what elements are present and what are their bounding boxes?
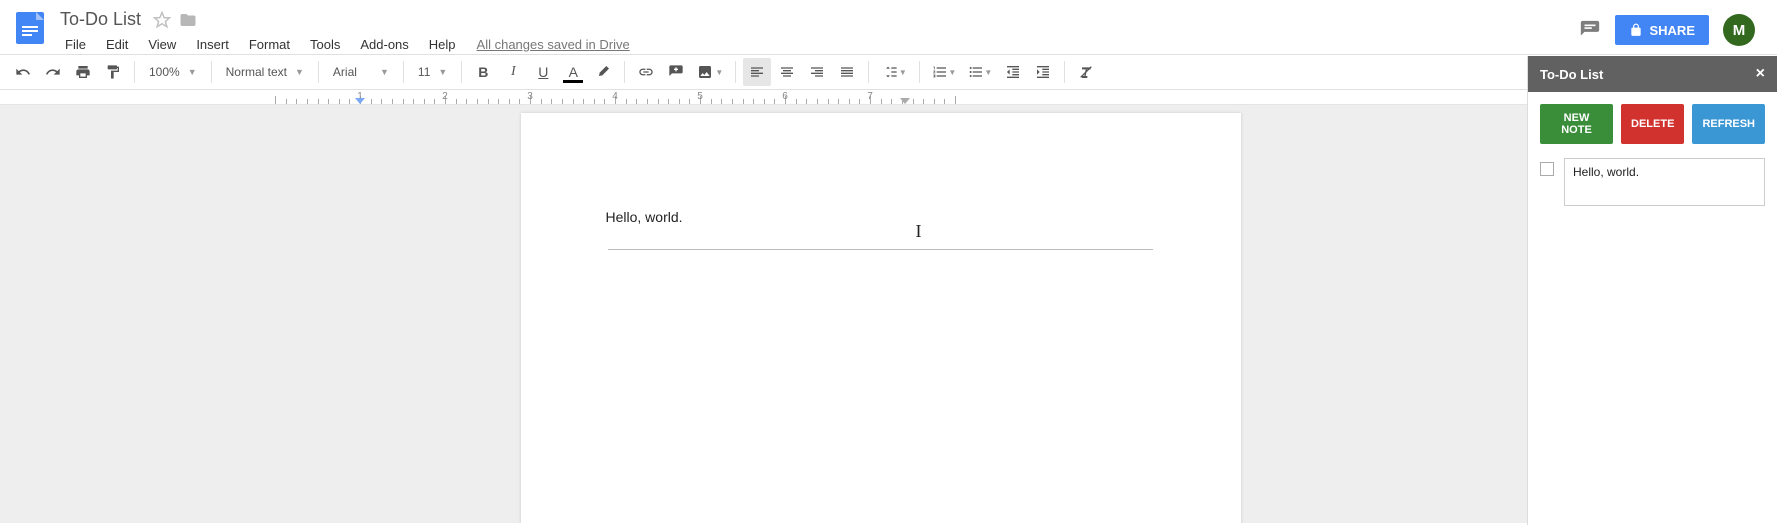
decrease-indent-button[interactable] (999, 58, 1027, 86)
sidebar-body: NEW NOTE DELETE REFRESH Hello, world. (1528, 92, 1777, 525)
zoom-select[interactable]: 100%▼ (141, 59, 205, 85)
insert-comment-button[interactable] (662, 58, 690, 86)
menu-edit[interactable]: Edit (97, 35, 137, 54)
font-value: Arial (333, 65, 357, 79)
menu-insert[interactable]: Insert (187, 35, 238, 54)
account-avatar[interactable]: M (1723, 14, 1755, 46)
highlight-color-button[interactable] (589, 58, 617, 86)
zoom-value: 100% (149, 65, 180, 79)
document-body-text[interactable]: Hello, world. (606, 209, 1156, 225)
comments-icon[interactable] (1579, 19, 1601, 41)
bold-button[interactable]: B (469, 58, 497, 86)
menu-format[interactable]: Format (240, 35, 299, 54)
header-right: SHARE M (1579, 8, 1767, 46)
undo-button[interactable] (9, 58, 37, 86)
page[interactable]: Hello, world. (521, 113, 1241, 523)
paint-format-button[interactable] (99, 58, 127, 86)
document-canvas[interactable]: Hello, world. (0, 105, 1761, 523)
redo-button[interactable] (39, 58, 67, 86)
insert-image-button[interactable]: ▼ (692, 58, 728, 86)
size-value: 11 (418, 65, 430, 79)
delete-button[interactable]: DELETE (1621, 104, 1684, 144)
title-area: To-Do List File Edit View Insert Format … (56, 8, 630, 54)
style-value: Normal text (226, 65, 287, 79)
print-button[interactable] (69, 58, 97, 86)
increase-indent-button[interactable] (1029, 58, 1057, 86)
text-caret-icon (916, 221, 917, 239)
save-status[interactable]: All changes saved in Drive (477, 37, 630, 52)
numbered-list-button[interactable]: ▼ (927, 58, 961, 86)
insert-link-button[interactable] (632, 58, 660, 86)
text-color-button[interactable]: A (559, 58, 587, 86)
ruler[interactable]: 1234567 (0, 90, 1777, 105)
note-checkbox[interactable] (1540, 162, 1554, 176)
left-indent-marker[interactable] (355, 98, 365, 104)
addon-sidebar: To-Do List × NEW NOTE DELETE REFRESH Hel… (1527, 56, 1777, 525)
new-note-button[interactable]: NEW NOTE (1540, 104, 1613, 144)
note-row: Hello, world. (1540, 158, 1765, 206)
align-right-button[interactable] (803, 58, 831, 86)
menu-tools[interactable]: Tools (301, 35, 349, 54)
sidebar-title: To-Do List (1540, 67, 1603, 82)
line-spacing-button[interactable]: ▼ (876, 58, 912, 86)
close-icon[interactable]: × (1756, 65, 1765, 83)
star-icon[interactable] (153, 11, 171, 29)
horizontal-rule (608, 249, 1153, 250)
docs-logo-icon[interactable] (10, 8, 50, 48)
clear-formatting-button[interactable] (1072, 58, 1100, 86)
sidebar-header: To-Do List × (1528, 56, 1777, 92)
menu-addons[interactable]: Add-ons (351, 35, 417, 54)
align-left-button[interactable] (743, 58, 771, 86)
folder-move-icon[interactable] (179, 11, 197, 29)
menu-help[interactable]: Help (420, 35, 465, 54)
paragraph-style-select[interactable]: Normal text▼ (218, 59, 312, 85)
font-size-select[interactable]: 11▼ (410, 59, 455, 85)
share-label: SHARE (1649, 23, 1695, 38)
underline-button[interactable]: U (529, 58, 557, 86)
main-area: Hello, world. (0, 105, 1777, 523)
refresh-button[interactable]: REFRESH (1692, 104, 1765, 144)
menu-bar: File Edit View Insert Format Tools Add-o… (56, 35, 630, 54)
align-center-button[interactable] (773, 58, 801, 86)
toolbar: 100%▼ Normal text▼ Arial▼ 11▼ B I U A ▼ … (0, 54, 1777, 90)
share-button[interactable]: SHARE (1615, 15, 1709, 45)
bulleted-list-button[interactable]: ▼ (963, 58, 997, 86)
menu-view[interactable]: View (139, 35, 185, 54)
lock-icon (1629, 23, 1643, 37)
right-margin-marker[interactable] (900, 98, 910, 104)
italic-button[interactable]: I (499, 58, 527, 86)
app-header: To-Do List File Edit View Insert Format … (0, 0, 1777, 54)
align-justify-button[interactable] (833, 58, 861, 86)
font-family-select[interactable]: Arial▼ (325, 59, 397, 85)
note-text[interactable]: Hello, world. (1564, 158, 1765, 206)
menu-file[interactable]: File (56, 35, 95, 54)
document-title[interactable]: To-Do List (56, 8, 145, 31)
